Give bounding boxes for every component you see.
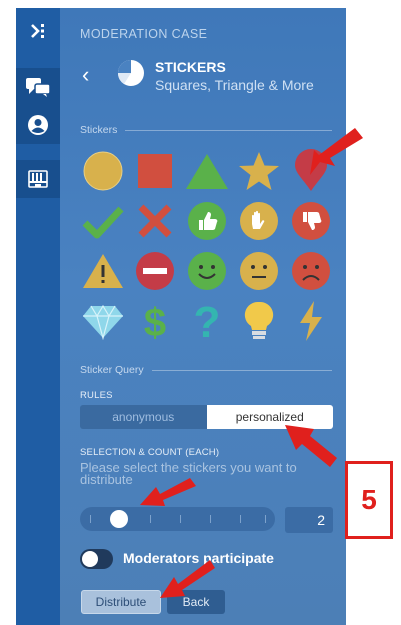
annotation-arrow-distribute xyxy=(160,560,215,598)
step-number-badge: 5 xyxy=(345,461,393,539)
